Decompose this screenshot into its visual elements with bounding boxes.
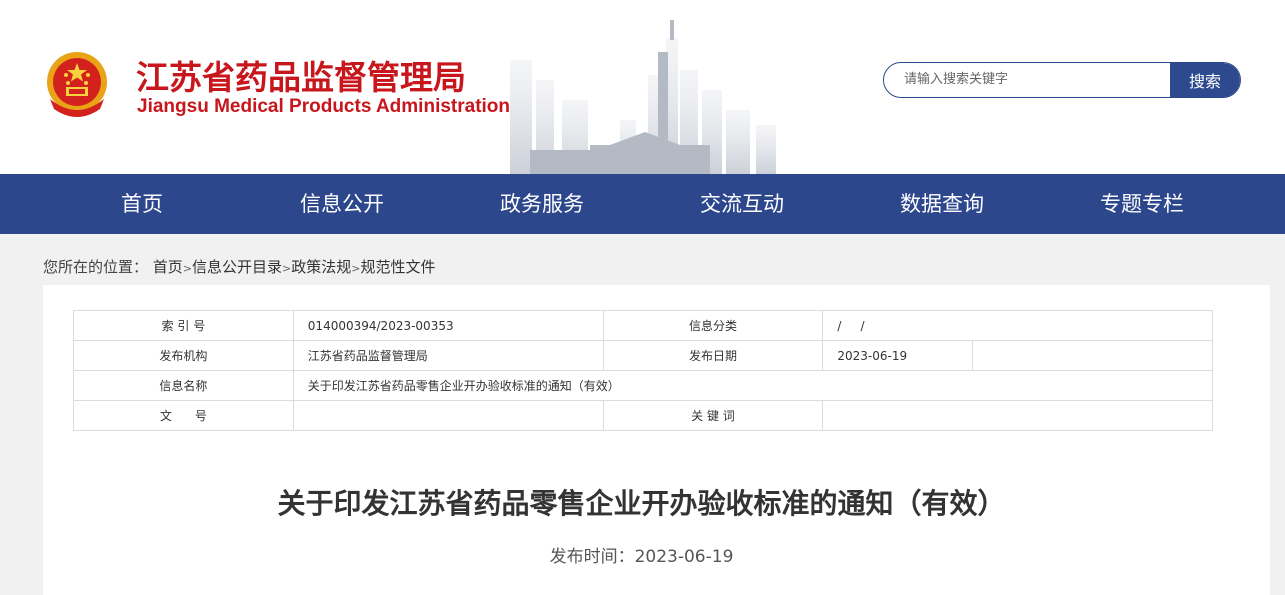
nav-item-info-disclosure[interactable]: 信息公开 bbox=[242, 174, 442, 234]
breadcrumb-separator: > bbox=[182, 262, 193, 275]
site-header: 江苏省药品监督管理局 Jiangsu Medical Products Admi… bbox=[0, 0, 1285, 174]
publisher-value: 江苏省药品监督管理局 bbox=[292, 340, 604, 371]
category-label: 信息分类 bbox=[602, 310, 824, 341]
empty-cell bbox=[972, 340, 1213, 371]
table-row: 文 号 关 键 词 bbox=[73, 400, 1213, 431]
breadcrumb-home[interactable]: 首页 bbox=[153, 258, 183, 276]
content-panel: 索 引 号 014000394/2023-00353 信息分类 / / 发布机构… bbox=[43, 285, 1270, 595]
national-emblem-icon bbox=[47, 52, 107, 117]
doc-number-label: 文 号 bbox=[73, 400, 294, 431]
publish-date-label: 发布日期 bbox=[602, 340, 824, 371]
doc-number-value bbox=[292, 400, 604, 431]
city-skyline-graphic bbox=[510, 20, 776, 174]
breadcrumb-info-directory[interactable]: 信息公开目录 bbox=[192, 258, 282, 276]
search-button[interactable]: 搜索 bbox=[1170, 63, 1240, 97]
breadcrumb-normative-docs[interactable]: 规范性文件 bbox=[361, 258, 436, 276]
publisher-label: 发布机构 bbox=[73, 340, 294, 371]
nav-item-data-query[interactable]: 数据查询 bbox=[842, 174, 1042, 234]
article-title: 关于印发江苏省药品零售企业开办验收标准的通知（有效） bbox=[277, 487, 1006, 520]
name-value: 关于印发江苏省药品零售企业开办验收标准的通知（有效） bbox=[292, 370, 1214, 401]
table-row: 发布机构 江苏省药品监督管理局 发布日期 2023-06-19 bbox=[73, 340, 1213, 371]
keywords-label: 关 键 词 bbox=[602, 400, 824, 431]
keywords-value bbox=[822, 400, 1213, 431]
site-title-cn: 江苏省药品监督管理局 bbox=[136, 58, 466, 97]
name-label: 信息名称 bbox=[73, 370, 294, 401]
breadcrumb-separator: > bbox=[351, 262, 361, 275]
table-row: 信息名称 关于印发江苏省药品零售企业开办验收标准的通知（有效） bbox=[73, 370, 1214, 401]
breadcrumb-separator: > bbox=[282, 262, 292, 275]
nav-item-special-topics[interactable]: 专题专栏 bbox=[1042, 174, 1242, 234]
breadcrumb-policies[interactable]: 政策法规 bbox=[291, 258, 351, 276]
category-value: / / bbox=[822, 310, 1213, 341]
nav-item-interaction[interactable]: 交流互动 bbox=[642, 174, 842, 234]
metadata-table: 索 引 号 014000394/2023-00353 信息分类 / / 发布机构… bbox=[73, 310, 1214, 431]
article-publish-date: 发布时间：2023-06-19 bbox=[549, 547, 734, 567]
nav-item-gov-services[interactable]: 政务服务 bbox=[442, 174, 642, 234]
search-input[interactable] bbox=[884, 63, 1172, 96]
nav-item-home[interactable]: 首页 bbox=[42, 174, 242, 234]
main-nav: 首页 信息公开 政务服务 交流互动 数据查询 专题专栏 bbox=[0, 174, 1285, 234]
publish-date-value: 2023-06-19 bbox=[822, 340, 974, 371]
site-title-en: Jiangsu Medical Products Administration bbox=[137, 96, 511, 117]
index-value: 014000394/2023-00353 bbox=[292, 310, 604, 341]
table-row: 索 引 号 014000394/2023-00353 信息分类 / / bbox=[73, 310, 1213, 341]
search-box: 搜索 bbox=[883, 62, 1241, 98]
index-label: 索 引 号 bbox=[73, 310, 294, 341]
breadcrumb-prefix: 您所在的位置： bbox=[43, 258, 149, 276]
breadcrumb: 您所在的位置： 首页>信息公开目录>政策法规>规范性文件 bbox=[43, 256, 436, 277]
